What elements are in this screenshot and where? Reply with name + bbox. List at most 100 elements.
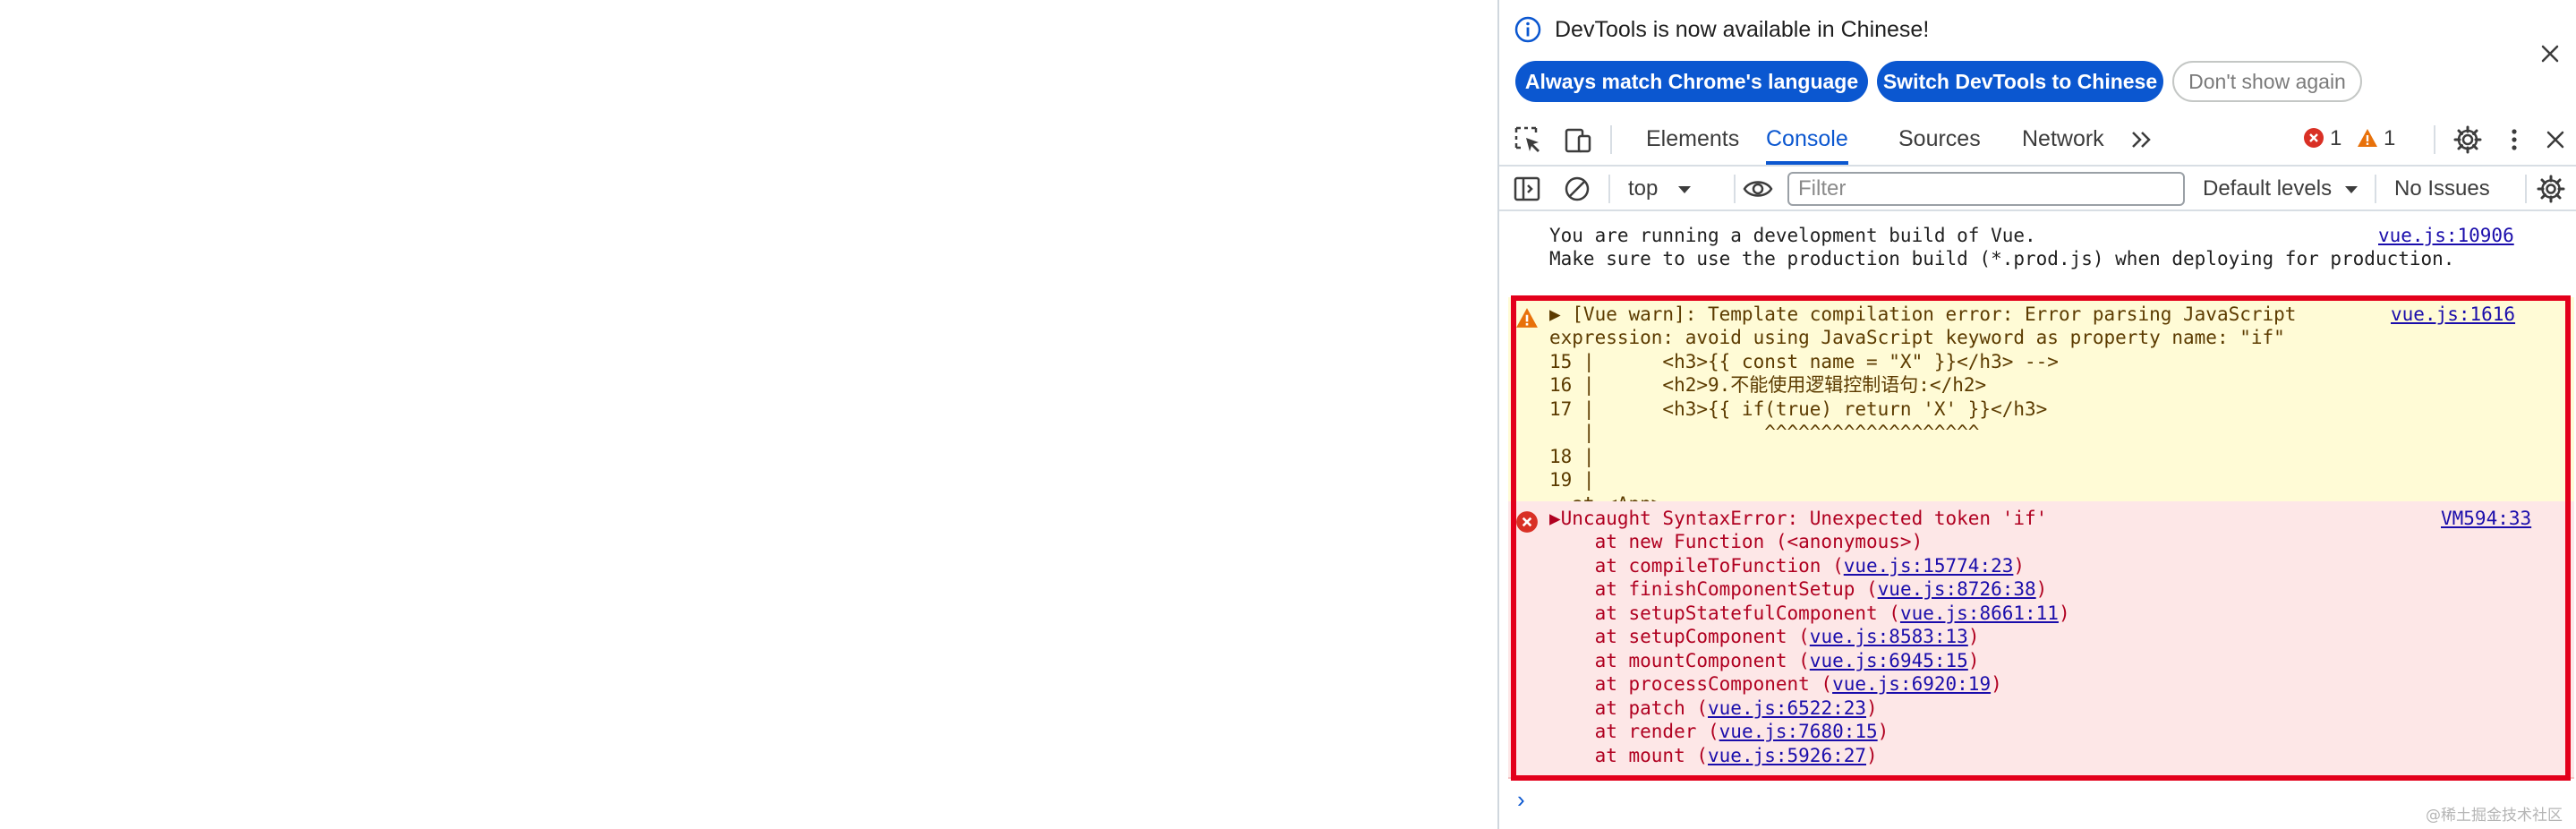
stack-frame: at mount (vue.js:5926:27) (1549, 744, 1878, 768)
log-text: Make sure to use the production build (*… (1549, 248, 2455, 269)
stack-frame-function: at setupStatefulComponent ( (1549, 602, 1900, 624)
stack-frame: at new Function (<anonymous>) (1549, 530, 1923, 554)
live-expression-eye-icon[interactable] (1743, 174, 1773, 204)
tab-sources[interactable]: Sources (1898, 113, 1981, 165)
issues-button[interactable]: No Issues (2394, 172, 2490, 206)
always-match-language-button[interactable]: Always match Chrome's language (1515, 61, 1868, 102)
page-viewport (0, 0, 1497, 829)
warning-count: 1 (2384, 126, 2396, 150)
stack-frame-paren: ) (1991, 673, 2002, 695)
log-message: You are running a development build of V… (1499, 213, 2576, 288)
warning-text[interactable]: ▶ [Vue warn]: Template compilation error… (1549, 303, 2296, 327)
stack-frame-function: at mount ( (1549, 744, 1709, 766)
stack-frame: at render (vue.js:7680:15) (1549, 720, 1889, 744)
warning-count-badge[interactable]: 1 (2357, 113, 2395, 165)
inspect-element-icon[interactable] (1512, 124, 1544, 156)
console-prompt[interactable]: › (1517, 786, 1525, 814)
stack-frame-link[interactable]: vue.js:6945:15 (1810, 650, 1968, 671)
stack-frame-function: at compileToFunction ( (1549, 554, 1844, 577)
code-frame-line: 18 | (1549, 446, 1595, 467)
stack-frame: at setupStatefulComponent (vue.js:8661:1… (1549, 602, 2070, 626)
warning-text: expression: avoid using JavaScript keywo… (1549, 327, 2285, 348)
stack-frame-function: at patch ( (1549, 697, 1709, 719)
log-text: You are running a development build of V… (1549, 225, 2036, 246)
infobar-message: DevTools is now available in Chinese! (1555, 17, 1930, 42)
warning-icon (1516, 308, 1538, 328)
toolbar-divider (2525, 175, 2527, 203)
log-levels-dropdown[interactable]: Default levels (2203, 172, 2359, 206)
toolbar-divider (2375, 175, 2376, 203)
filter-input[interactable] (1787, 172, 2185, 206)
tab-console[interactable]: Console (1766, 113, 1848, 165)
kebab-menu-icon[interactable] (2498, 124, 2530, 156)
warning-icon (2358, 128, 2377, 147)
error-icon (2304, 127, 2324, 148)
watermark-text: @稀土掘金技术社区 (2426, 807, 2563, 825)
stack-frame-link[interactable]: vue.js:8726:38 (1878, 578, 2036, 600)
stack-frame-function: at render ( (1549, 721, 1719, 742)
toolbar-divider (1734, 175, 1736, 203)
stack-frame-function: at setupComponent ( (1549, 626, 1810, 647)
stack-frame-link[interactable]: vue.js:7680:15 (1719, 721, 1878, 742)
device-toolbar-icon[interactable] (1562, 124, 1594, 156)
stack-frame-paren: ) (2035, 578, 2048, 600)
stack-frame: at mountComponent (vue.js:6945:15) (1549, 649, 1980, 673)
stack-frame-paren: ) (1866, 697, 1878, 719)
close-devtools-icon[interactable] (2539, 124, 2572, 156)
toolbar-divider (1608, 175, 1610, 203)
error-count-badge[interactable]: 1 (2303, 113, 2341, 165)
console-settings-icon[interactable] (2536, 174, 2566, 204)
context-selector[interactable]: top (1628, 172, 1693, 206)
stack-frame-function: at new Function (<anonymous>) (1549, 531, 1923, 552)
stack-frame-paren: ) (1866, 744, 1878, 766)
stack-frame-paren: ) (2013, 554, 2026, 577)
stack-frame-link[interactable]: vue.js:8661:11 (1900, 603, 2059, 624)
stack-frame-paren: ) (1967, 649, 1980, 671)
stack-frame-link[interactable]: vue.js:5926:27 (1708, 745, 1866, 766)
error-count: 1 (2330, 126, 2342, 150)
code-frame-line: 19 | (1549, 469, 1595, 491)
source-link[interactable]: vue.js:10906 (2378, 224, 2514, 248)
stack-frame: at processComponent (vue.js:6920:19) (1549, 672, 2002, 697)
code-frame-line: 16 | <h2>9.不能使用逻辑控制语句:</h2> (1549, 374, 1987, 396)
source-link[interactable]: VM594:33 (2441, 507, 2531, 531)
error-title[interactable]: ▶Uncaught SyntaxError: Unexpected token … (1549, 507, 2047, 531)
error-icon (1516, 511, 1538, 533)
clear-console-icon[interactable] (1562, 174, 1592, 204)
switch-to-chinese-button[interactable]: Switch DevTools to Chinese (1877, 61, 2163, 102)
language-infobar: DevTools is now available in Chinese! Al… (1499, 0, 2576, 113)
stack-frame-link[interactable]: vue.js:6522:23 (1708, 697, 1866, 719)
stack-frame-paren: ) (1877, 721, 1889, 742)
stack-frame-link[interactable]: vue.js:15774:23 (1844, 555, 2014, 577)
sidebar-toggle-icon[interactable] (1512, 174, 1542, 204)
tab-elements[interactable]: Elements (1646, 113, 1739, 165)
stack-frame-function: at mountComponent ( (1549, 649, 1810, 671)
close-icon[interactable] (2536, 39, 2564, 68)
more-tabs-icon[interactable] (2126, 124, 2158, 156)
code-frame-line: 17 | <h3>{{ if(true) return 'X' }}</h3> (1549, 398, 2048, 420)
stack-frame: at finishComponentSetup (vue.js:8726:38) (1549, 577, 2048, 602)
stack-frame-paren: ) (2058, 602, 2070, 624)
dont-show-again-button[interactable]: Don't show again (2172, 61, 2362, 102)
toolbar-divider (2434, 125, 2435, 154)
dropdown-arrow-icon (2344, 185, 2358, 193)
stack-frame-link[interactable]: vue.js:6920:19 (1832, 673, 1991, 695)
stack-frame: at setupComponent (vue.js:8583:13) (1549, 625, 1980, 649)
source-link[interactable]: vue.js:1616 (2391, 303, 2515, 327)
stack-frame-function: at finishComponentSetup ( (1549, 578, 1878, 600)
devtools-panel: DevTools is now available in Chinese! Al… (1497, 0, 2576, 829)
toolbar-divider (1610, 125, 1612, 154)
stack-frame: at patch (vue.js:6522:23) (1549, 697, 1878, 721)
devtools-tabs-bar: Elements Console Sources Network 1 1 (1499, 113, 2576, 167)
console-toolbar: top Default levels No Issues (1499, 167, 2576, 211)
info-icon (1514, 16, 1541, 43)
tab-network[interactable]: Network (2022, 113, 2104, 165)
error-message: ▶Uncaught SyntaxError: Unexpected token … (1508, 501, 2574, 779)
stack-frame-link[interactable]: vue.js:8583:13 (1810, 626, 1968, 647)
settings-gear-icon[interactable] (2452, 124, 2484, 156)
stack-frame-function: at processComponent ( (1549, 673, 1833, 695)
log-levels-value: Default levels (2203, 176, 2333, 201)
context-value: top (1628, 176, 1659, 201)
dropdown-arrow-icon (1678, 185, 1692, 193)
console-messages: You are running a development build of V… (1499, 213, 2576, 829)
